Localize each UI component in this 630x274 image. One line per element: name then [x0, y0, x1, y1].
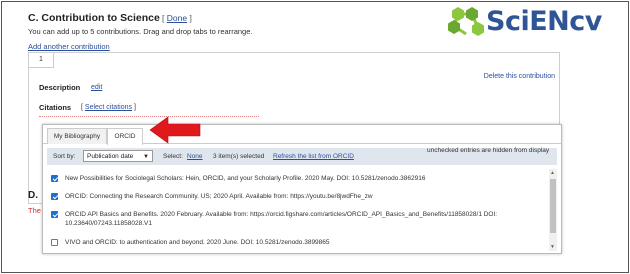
selected-count: 3 item(s) selected: [213, 153, 265, 160]
scrollbar-thumb[interactable]: [550, 179, 556, 233]
add-contribution-link[interactable]: Add another contribution: [28, 42, 110, 51]
red-arrow-annotation: [149, 116, 201, 144]
item-text: New Possibilities for Sociolegal Scholar…: [65, 175, 426, 182]
chevron-down-icon: ▼: [143, 154, 149, 160]
citation-list: New Possibilities for Sociolegal Scholar…: [47, 169, 545, 251]
refresh-orcid-link[interactable]: Refresh the list from ORCID: [273, 153, 354, 160]
sort-label: Sort by:: [53, 153, 76, 160]
dialog-toolbar: Sort by: Publication date ▼ Select: None…: [47, 147, 557, 165]
contribution-tab-1[interactable]: 1: [29, 53, 54, 68]
item-text: ORCID API Basics and Benefits. 2020 Febr…: [65, 211, 498, 227]
logo-text: SciENcv: [486, 6, 602, 37]
section-title: C. Contribution to Science: [28, 12, 160, 24]
help-text: You can add up to 5 contributions. Drag …: [28, 27, 253, 36]
delete-contribution-link[interactable]: Delete this contribution: [484, 73, 555, 80]
done-bracket-close: ]: [189, 13, 192, 23]
citation-dialog: My Bibliography ORCID Sort by: Publicati…: [42, 124, 562, 254]
screenshot-frame: C. Contribution to Science [ Done ] You …: [1, 1, 629, 273]
tab-my-bibliography[interactable]: My Bibliography: [47, 128, 107, 144]
tab-orcid[interactable]: ORCID: [107, 128, 143, 145]
sort-value: Publication date: [87, 153, 134, 160]
item-text: VIVO and ORCID: to authentication and be…: [65, 239, 330, 246]
item-text: ORCID: Connecting the Research Community…: [65, 193, 373, 200]
done-link[interactable]: Done: [167, 13, 187, 23]
item-checkbox[interactable]: [51, 239, 58, 246]
molecule-icon: [448, 7, 484, 36]
select-citations-link[interactable]: Select citations: [85, 104, 132, 111]
dialog-tab-bar: My Bibliography ORCID: [43, 125, 561, 145]
description-label: Description: [39, 83, 81, 92]
section-d-heading: D.: [28, 190, 38, 201]
select-citations-control: [ Select citations ]: [81, 104, 136, 111]
hidden-entries-note: unchecked entries are hidden from displa…: [427, 147, 550, 154]
item-checkbox[interactable]: [51, 211, 58, 218]
select-bracket-close: ]: [133, 104, 136, 111]
item-checkbox[interactable]: [51, 193, 58, 200]
done-control: [ Done ]: [162, 13, 192, 23]
citations-label: Citations: [39, 103, 72, 112]
item-checkbox[interactable]: [51, 175, 58, 182]
red-warning-text: The: [28, 206, 41, 215]
select-none-link[interactable]: None: [187, 153, 203, 160]
edit-description-link[interactable]: edit: [91, 84, 102, 91]
sort-select[interactable]: Publication date ▼: [83, 150, 153, 162]
select-label: Select:: [163, 153, 183, 160]
list-scrollbar[interactable]: ▲ ▼: [549, 169, 557, 251]
scroll-down-icon[interactable]: ▼: [550, 244, 555, 250]
scroll-up-icon[interactable]: ▲: [550, 170, 555, 176]
select-bracket-open: [: [81, 104, 83, 111]
done-bracket-open: [: [162, 13, 165, 23]
